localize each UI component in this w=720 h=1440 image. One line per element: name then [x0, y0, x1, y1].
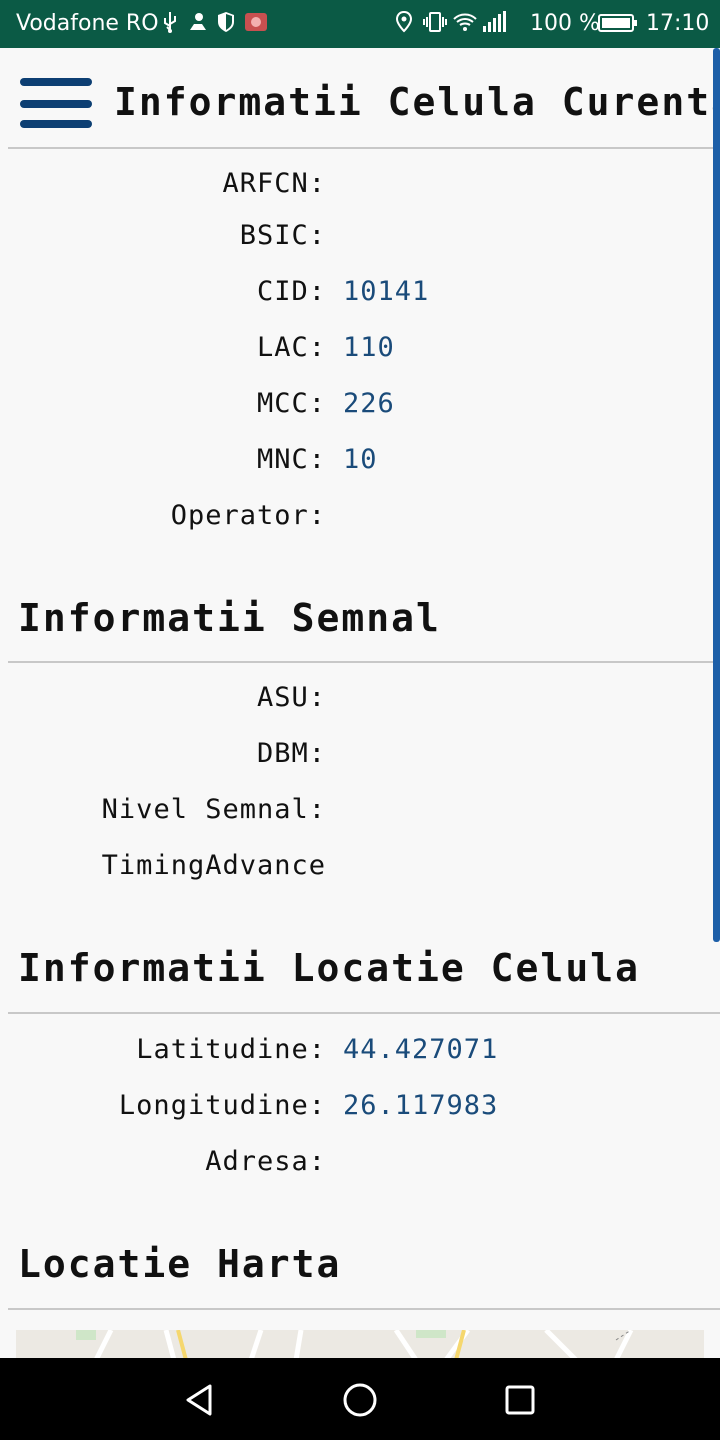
info-row-operator: Operator: — [0, 500, 720, 540]
row-label: MNC: — [256, 444, 326, 475]
info-row-bsic: BSIC: — [0, 220, 720, 260]
status-bar: Vodafone RO 100 % 17:10 — [0, 0, 720, 48]
info-row-lac: LAC: 110 — [0, 332, 720, 372]
info-row-arfcn: ARFCN: — [0, 168, 720, 208]
row-value: 226 — [343, 388, 395, 419]
usb-icon — [160, 10, 180, 34]
vibrate-icon — [423, 10, 447, 34]
battery-percentage: 100 % — [530, 11, 600, 36]
row-value: 44.427071 — [343, 1034, 499, 1065]
info-row-signal-level: Nivel Semnal: — [0, 794, 720, 834]
row-value: 110 — [343, 332, 395, 363]
row-label: Longitudine: — [118, 1090, 326, 1121]
navigation-bar — [0, 1358, 720, 1440]
info-row-latitude: Latitudine: 44.427071 — [0, 1034, 720, 1074]
row-label: CID: — [256, 276, 326, 307]
row-label: MCC: — [256, 388, 326, 419]
info-row-timing-advance: TimingAdvance — [0, 850, 720, 890]
battery-icon — [598, 14, 637, 32]
divider — [8, 1012, 720, 1014]
signal-icon — [481, 10, 506, 34]
divider — [8, 147, 720, 149]
status-right-icons — [394, 10, 506, 34]
wifi-icon — [452, 10, 477, 34]
scrollbar[interactable] — [713, 48, 720, 942]
row-label: BSIC: — [239, 220, 326, 251]
info-row-dbm: DBM: — [0, 738, 720, 778]
row-value: 26.117983 — [343, 1090, 499, 1121]
divider — [8, 1308, 720, 1310]
row-value: 10141 — [343, 276, 430, 307]
row-label: ASU: — [256, 682, 326, 713]
info-row-longitude: Longitudine: 26.117983 — [0, 1090, 720, 1130]
location-person-icon — [188, 10, 208, 34]
signal-section-title: Informatii Semnal — [18, 596, 441, 640]
info-row-asu: ASU: — [0, 682, 720, 722]
page-title: Informatii Celula Curenta — [114, 80, 720, 124]
divider — [8, 661, 720, 663]
map-roads — [76, 1330, 634, 1358]
info-row-address: Adresa: — [0, 1146, 720, 1186]
status-left-icons — [160, 10, 267, 34]
carrier-name: Vodafone RO — [16, 11, 159, 36]
location-section-title: Informatii Locatie Celula — [18, 946, 640, 990]
info-row-mnc: MNC: 10 — [0, 444, 720, 484]
status-clock: 17:10 — [646, 11, 710, 36]
row-label: Operator: — [170, 500, 326, 531]
row-label: DBM: — [256, 738, 326, 769]
row-label: Latitudine: — [136, 1034, 326, 1065]
row-label: Adresa: — [205, 1146, 326, 1177]
recents-icon[interactable] — [502, 1382, 538, 1418]
home-icon[interactable] — [342, 1382, 378, 1418]
row-label: ARFCN: — [222, 168, 326, 199]
location-pin-icon — [394, 10, 414, 34]
hamburger-menu-icon[interactable] — [20, 78, 92, 130]
row-label: Nivel Semnal: — [101, 794, 326, 825]
map-section-title: Locatie Harta — [18, 1242, 342, 1286]
row-value: 10 — [343, 444, 378, 475]
row-label: LAC: — [256, 332, 326, 363]
back-icon[interactable] — [182, 1382, 218, 1418]
main-content[interactable]: Informatii Celula Curenta ARFCN: BSIC: C… — [0, 48, 720, 1358]
app-bar: Informatii Celula Curenta — [0, 48, 720, 148]
info-row-mcc: MCC: 226 — [0, 388, 720, 428]
huawei-app-icon — [244, 10, 267, 34]
row-label: TimingAdvance — [101, 850, 326, 881]
map-view[interactable] — [16, 1330, 704, 1358]
shield-icon — [216, 10, 236, 34]
info-row-cid: CID: 10141 — [0, 276, 720, 316]
